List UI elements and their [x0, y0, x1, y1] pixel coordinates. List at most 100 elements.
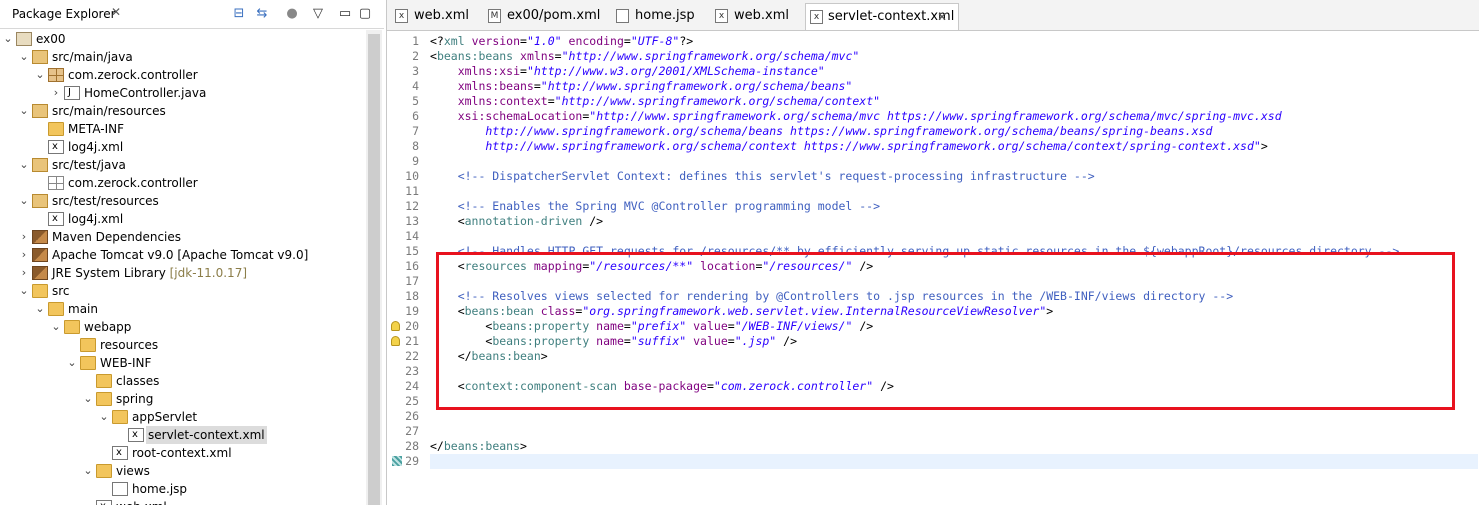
tree-item[interactable]: com.zerock.controller — [0, 174, 366, 192]
editor-tab-label: web.xml — [734, 8, 789, 23]
view-menu-icon[interactable]: ▽ — [310, 5, 326, 21]
tree-item[interactable]: x log4j.xml — [0, 138, 366, 156]
chevron-down-icon[interactable]: ⌄ — [18, 48, 30, 66]
chevron-down-icon[interactable]: ⌄ — [34, 66, 46, 84]
tree-item-label: Apache Tomcat v9.0 [Apache Tomcat v9.0] — [52, 248, 309, 262]
link-with-editor-icon[interactable]: ⇆ — [254, 5, 270, 21]
tree-item[interactable]: x root-context.xml — [0, 444, 366, 462]
lightbulb-warning-icon[interactable] — [391, 321, 400, 331]
tree-item-label: web.xml — [116, 498, 167, 505]
source-folder-icon — [32, 158, 48, 172]
chevron-down-icon[interactable]: ⌄ — [82, 462, 94, 480]
line-number: 13 — [405, 214, 419, 228]
collapse-all-icon[interactable]: ⊟ — [231, 5, 247, 21]
tree-item[interactable]: ⌄ spring — [0, 390, 366, 408]
code-line: <annotation-driven /> — [430, 214, 604, 228]
tree-item[interactable]: › JRE System Library [jdk-11.0.17] — [0, 264, 366, 282]
line-number: 4 — [412, 79, 419, 93]
project-icon — [16, 32, 32, 46]
red-highlight-box — [436, 252, 1455, 410]
tree-item[interactable]: META-INF — [0, 120, 366, 138]
tree-item-label: HomeController.java — [84, 86, 207, 100]
chevron-down-icon[interactable]: ⌄ — [34, 300, 46, 318]
folder-icon — [96, 392, 112, 406]
xml-file-icon: x — [128, 428, 144, 442]
close-icon[interactable]: ✕ — [937, 4, 947, 30]
chevron-down-icon[interactable]: ⌄ — [18, 102, 30, 120]
tree-item[interactable]: x log4j.xml — [0, 210, 366, 228]
code-line: http://www.springframework.org/schema/be… — [430, 124, 1213, 138]
line-number: 2 — [412, 49, 419, 63]
chevron-right-icon[interactable]: › — [18, 264, 30, 282]
focus-icon[interactable]: ● — [284, 5, 300, 21]
editor-tab[interactable]: x servlet-context.xml ✕ — [805, 3, 959, 30]
editor-tab-label: web.xml — [414, 8, 469, 23]
tree-item[interactable]: ⌄ main — [0, 300, 366, 318]
editor-tab[interactable]: x web.xml — [715, 3, 797, 29]
tree-item[interactable]: ⌄ ex00 — [0, 30, 366, 48]
line-number: 9 — [412, 154, 419, 168]
line-number-gutter: 1 2 3 4 5 6 7 8 9 10 11 12 13 14 15 16 17 18 19 20 21 22 23 24 2… — [387, 31, 423, 505]
tree-item[interactable]: ⌄ src/test/resources — [0, 192, 366, 210]
tree-item[interactable]: ⌄ src/test/java — [0, 156, 366, 174]
tree-item[interactable]: ⌄ WEB-INF — [0, 354, 366, 372]
chevron-down-icon[interactable]: ⌄ — [50, 318, 62, 336]
tree-item[interactable]: classes — [0, 372, 366, 390]
lightbulb-warning-icon[interactable] — [391, 336, 400, 346]
folder-icon — [32, 284, 48, 298]
xml-file-icon: x — [48, 212, 64, 226]
package-explorer-tab[interactable]: Package Explorer ✕ ⊟ ⇆ ● ▽ ▭ ▢ — [0, 0, 384, 29]
chevron-down-icon[interactable]: ⌄ — [18, 282, 30, 300]
line-number: 25 — [405, 394, 419, 408]
tree-item[interactable]: › J HomeController.java — [0, 84, 366, 102]
chevron-right-icon[interactable]: › — [18, 246, 30, 264]
chevron-right-icon[interactable]: › — [50, 84, 62, 102]
editor-tab-label: home.jsp — [635, 8, 695, 23]
minimize-icon[interactable]: ▭ — [337, 5, 353, 21]
tree-item[interactable]: x servlet-context.xml — [0, 426, 366, 444]
editor-tab[interactable]: home.jsp — [616, 3, 708, 29]
chevron-down-icon[interactable]: ⌄ — [2, 30, 14, 48]
code-line: <!-- DispatcherServlet Context: defines … — [430, 169, 1095, 183]
tree-item[interactable]: ⌄ src/main/resources — [0, 102, 366, 120]
chevron-down-icon[interactable]: ⌄ — [82, 390, 94, 408]
line-number: 19 — [405, 304, 419, 318]
chevron-down-icon[interactable]: ⌄ — [18, 192, 30, 210]
chevron-down-icon[interactable]: ⌄ — [18, 156, 30, 174]
xml-file-icon: x — [96, 500, 112, 505]
line-number: 26 — [405, 409, 419, 423]
source-folder-icon — [32, 50, 48, 64]
tree-item-label: ex00 — [36, 32, 66, 46]
tree-item-label: log4j.xml — [68, 140, 124, 154]
tree-item[interactable]: home.jsp — [0, 480, 366, 498]
close-icon[interactable]: ✕ — [111, 5, 121, 19]
tree-item[interactable]: ⌄ webapp — [0, 318, 366, 336]
chevron-down-icon[interactable]: ⌄ — [98, 408, 110, 426]
maximize-icon[interactable]: ▢ — [357, 5, 373, 21]
tree-item[interactable]: resources — [0, 336, 366, 354]
tree-item[interactable]: ⌄ views — [0, 462, 366, 480]
tree-item-label: Maven Dependencies — [52, 230, 182, 244]
folder-icon — [80, 356, 96, 370]
line-number: 7 — [412, 124, 419, 138]
tree-item[interactable]: › Apache Tomcat v9.0 [Apache Tomcat v9.0] — [0, 246, 366, 264]
empty-package-icon — [48, 176, 64, 190]
tree-item[interactable]: ⌄ com.zerock.controller — [0, 66, 366, 84]
xml-file-icon: x — [48, 140, 64, 154]
tree-item[interactable]: x web.xml — [0, 498, 366, 505]
line-number: 3 — [412, 64, 419, 78]
tree-item[interactable]: ⌄ src/main/java — [0, 48, 366, 66]
tree-item[interactable]: ⌄ src — [0, 282, 366, 300]
tree-item-label: views — [116, 464, 150, 478]
tree-item-label: main — [68, 302, 98, 316]
explorer-scrollbar-thumb[interactable] — [368, 34, 380, 505]
line-number: 28 — [405, 439, 419, 453]
tree-item[interactable]: ⌄ appServlet — [0, 408, 366, 426]
chevron-down-icon[interactable]: ⌄ — [66, 354, 78, 372]
tree-item-label: com.zerock.controller — [68, 68, 198, 82]
chevron-right-icon[interactable]: › — [18, 228, 30, 246]
editor-tab[interactable]: x web.xml — [395, 3, 480, 29]
editor-tab[interactable]: Mex00/pom.xml — [488, 3, 608, 29]
tree-item[interactable]: › Maven Dependencies — [0, 228, 366, 246]
line-number: 22 — [405, 349, 419, 363]
